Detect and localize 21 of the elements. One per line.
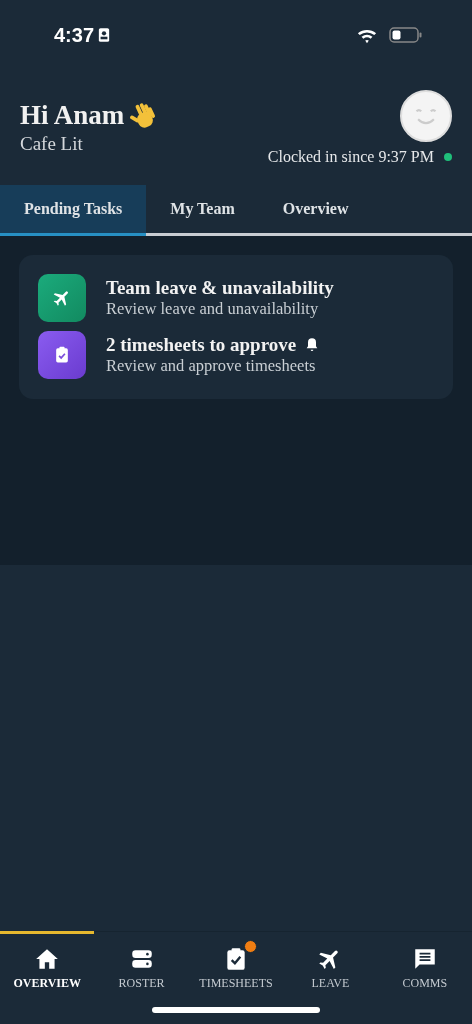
battery-icon <box>389 27 422 43</box>
id-card-icon <box>98 27 111 43</box>
task-subtitle: Review leave and unavailability <box>106 299 320 319</box>
clock-time: 4:37 <box>54 23 95 47</box>
nav-tab[interactable]: OVERVIEW <box>0 931 95 993</box>
tab[interactable]: Overview <box>258 185 373 236</box>
nav-tab[interactable]: LEAVE <box>283 931 378 993</box>
task-title[interactable]: 2 timesheets to approve <box>106 334 297 356</box>
greeting-title: Hi Anam <box>20 100 125 131</box>
task-title[interactable]: Team leave & unavailability <box>106 277 334 299</box>
nav-tab[interactable]: TIMESHEETS <box>188 931 284 993</box>
workplace-name: Cafe Lit <box>20 133 83 155</box>
nav-tab[interactable]: ROSTER <box>94 931 189 993</box>
avatar[interactable] <box>400 90 452 142</box>
task-subtitle: Review and approve timesheets <box>106 356 317 376</box>
nav-tab[interactable]: COMMS <box>377 931 472 993</box>
clock-status: Clocked in since 9:37 PM <box>267 148 434 166</box>
tab[interactable]: Pending Tasks <box>0 185 147 236</box>
tab[interactable]: My Team <box>146 185 259 236</box>
task-icon-tile[interactable] <box>38 274 86 322</box>
task-icon-tile[interactable] <box>38 331 86 379</box>
